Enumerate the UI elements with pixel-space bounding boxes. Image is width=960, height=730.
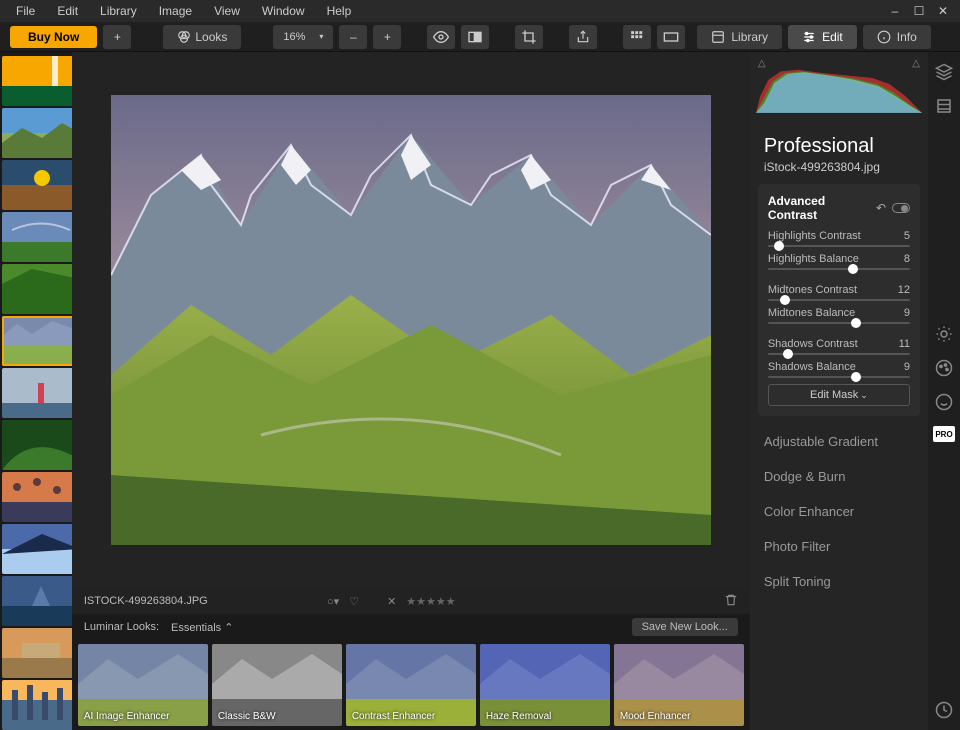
edit-mask-button[interactable]: Edit Mask⌄	[768, 384, 910, 406]
menu-bar: File Edit Library Image View Window Help…	[0, 0, 960, 22]
image-canvas[interactable]	[80, 60, 742, 580]
menu-view[interactable]: View	[204, 2, 250, 20]
favorite-icon[interactable]: ♡	[349, 595, 359, 608]
slider-highlights-contrast[interactable]: Highlights Contrast5	[768, 230, 910, 247]
library-mode-button[interactable]: Library	[697, 25, 782, 49]
looks-button[interactable]: Looks	[163, 25, 241, 49]
sliders-icon	[802, 30, 816, 44]
look-item[interactable]: AI Image Enhancer	[78, 644, 208, 726]
zoom-select[interactable]: 16%▾	[273, 25, 333, 49]
thumb[interactable]	[2, 264, 72, 314]
grid-view-icon[interactable]	[623, 25, 651, 49]
thumb[interactable]	[2, 680, 72, 730]
thumb[interactable]	[2, 576, 72, 626]
thumb[interactable]	[2, 472, 72, 522]
panel-filename: iStock-499263804.jpg	[750, 160, 928, 184]
thumb[interactable]	[2, 108, 72, 158]
zoom-in-button[interactable]: +	[373, 25, 401, 49]
minimize-icon[interactable]: –	[884, 2, 906, 20]
zoom-out-button[interactable]: –	[339, 25, 367, 49]
slider-shadows-balance[interactable]: Shadows Balance9	[768, 361, 910, 378]
save-look-button[interactable]: Save New Look...	[632, 618, 738, 636]
look-item[interactable]: Classic B&W	[212, 644, 342, 726]
tool-photo-filter[interactable]: Photo Filter	[750, 529, 928, 564]
add-button[interactable]: +	[103, 25, 131, 49]
info-icon	[877, 30, 891, 44]
menu-library[interactable]: Library	[90, 2, 147, 20]
history-icon[interactable]	[934, 700, 954, 720]
reject-icon[interactable]: ✕	[387, 595, 396, 608]
smiley-icon[interactable]	[934, 392, 954, 412]
tool-bar: Buy Now + Looks 16%▾ – + Library Edit In…	[0, 22, 960, 52]
thumb[interactable]	[2, 368, 72, 418]
single-view-icon[interactable]	[657, 25, 685, 49]
crop-icon[interactable]	[515, 25, 543, 49]
looks-label: Luminar Looks:	[84, 621, 159, 633]
menu-file[interactable]: File	[6, 2, 45, 20]
eye-preview-icon[interactable]	[427, 25, 455, 49]
thumb[interactable]	[2, 56, 72, 106]
looks-bar: Luminar Looks: Essentials ⌃ Save New Loo…	[72, 614, 750, 640]
looks-group-select[interactable]: Essentials ⌃	[171, 621, 233, 634]
tool-name: Advanced Contrast	[768, 194, 876, 222]
look-item[interactable]: Mood Enhancer	[614, 644, 744, 726]
thumb[interactable]	[2, 160, 72, 210]
sun-icon[interactable]	[934, 324, 954, 344]
looks-strip[interactable]: AI Image Enhancer Classic B&W Contrast E…	[72, 640, 750, 730]
advanced-contrast-tool: Advanced Contrast ↶ Highlights Contrast5…	[758, 184, 920, 416]
filename-label: ISTOCK-499263804.JPG	[84, 595, 208, 607]
thumb[interactable]	[2, 212, 72, 262]
menu-image[interactable]: Image	[149, 2, 202, 20]
slider-highlights-balance[interactable]: Highlights Balance8	[768, 253, 910, 270]
share-icon[interactable]	[569, 25, 597, 49]
tool-split-toning[interactable]: Split Toning	[750, 564, 928, 599]
palette-icon[interactable]	[934, 358, 954, 378]
tool-toggle[interactable]	[892, 203, 910, 213]
close-icon[interactable]: ✕	[932, 2, 954, 20]
reset-icon[interactable]: ↶	[876, 201, 886, 215]
buy-button[interactable]: Buy Now	[10, 26, 97, 48]
thumb-selected[interactable]	[2, 316, 72, 366]
color-tag-icon[interactable]: ○▾	[327, 595, 339, 608]
edit-mode-button[interactable]: Edit	[788, 25, 857, 49]
center-panel: ISTOCK-499263804.JPG ○▾ ♡ ✕ ★★★★★ Lumina…	[72, 52, 750, 730]
menu-edit[interactable]: Edit	[47, 2, 88, 20]
slider-midtones-balance[interactable]: Midtones Balance9	[768, 307, 910, 324]
info-mode-button[interactable]: Info	[863, 25, 931, 49]
compare-split-icon[interactable]	[461, 25, 489, 49]
tool-color-enhancer[interactable]: Color Enhancer	[750, 494, 928, 529]
info-bar: ISTOCK-499263804.JPG ○▾ ♡ ✕ ★★★★★	[72, 588, 750, 614]
workspace-icons: PRO	[928, 52, 960, 730]
thumb[interactable]	[2, 628, 72, 678]
right-panel: △ △ Professional iStock-499263804.jpg Ad…	[750, 52, 960, 730]
library-icon	[711, 30, 725, 44]
slider-shadows-contrast[interactable]: Shadows Contrast11	[768, 338, 910, 355]
look-item[interactable]: Haze Removal	[480, 644, 610, 726]
slider-midtones-contrast[interactable]: Midtones Contrast12	[768, 284, 910, 301]
filmstrip[interactable]	[0, 52, 72, 730]
look-item[interactable]: Contrast Enhancer	[346, 644, 476, 726]
trash-icon[interactable]	[724, 593, 738, 610]
histogram[interactable]: △ △	[750, 52, 928, 127]
layers-icon[interactable]	[934, 62, 954, 82]
tool-dodge-burn[interactable]: Dodge & Burn	[750, 459, 928, 494]
thumb[interactable]	[2, 420, 72, 470]
tool-adjustable-gradient[interactable]: Adjustable Gradient	[750, 424, 928, 459]
highlight-clip-icon[interactable]: △	[912, 58, 920, 69]
menu-help[interactable]: Help	[317, 2, 362, 20]
panel-title: Professional	[750, 127, 928, 160]
looks-icon	[177, 30, 191, 44]
maximize-icon[interactable]: ☐	[908, 2, 930, 20]
shadow-clip-icon[interactable]: △	[758, 58, 766, 69]
essentials-icon[interactable]	[934, 96, 954, 116]
pro-badge[interactable]: PRO	[933, 426, 955, 442]
rating-stars[interactable]: ★★★★★	[406, 595, 455, 608]
thumb[interactable]	[2, 524, 72, 574]
menu-window[interactable]: Window	[252, 2, 315, 20]
